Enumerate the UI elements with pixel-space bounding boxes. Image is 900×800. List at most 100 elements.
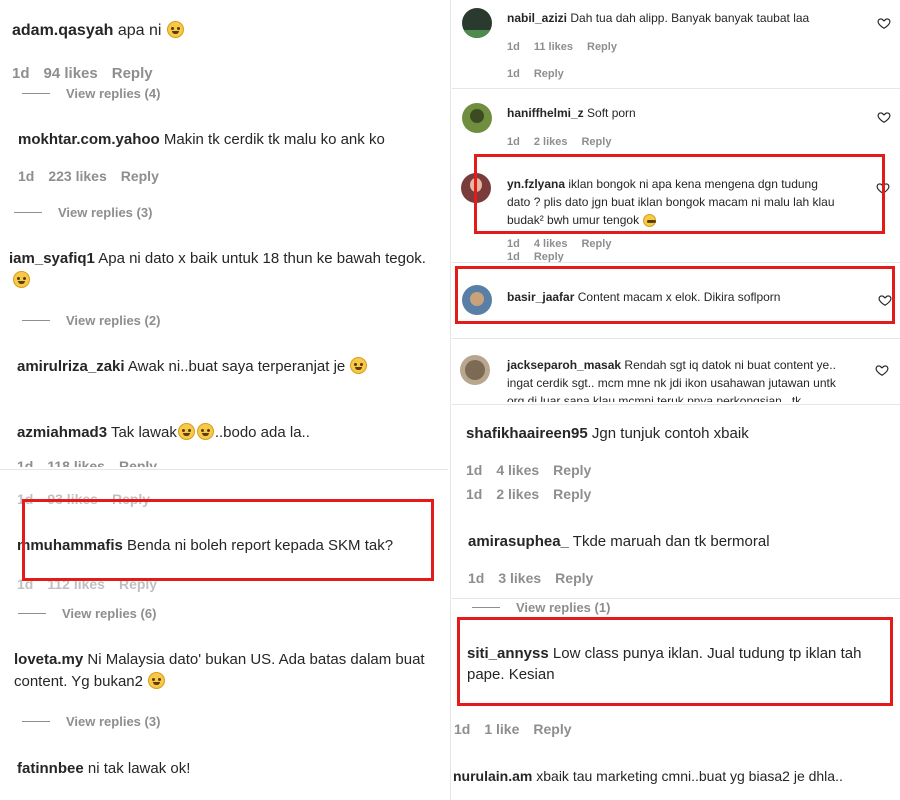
comment-username[interactable]: jackseparoh_masak [507, 358, 621, 372]
comment-shafikhaaireen: shafikhaaireen95 Jgn tunjuk contoh xbaik [466, 425, 749, 442]
comment-time: 1d [466, 462, 483, 478]
laughing-emoji-icon [350, 357, 368, 374]
like-count[interactable]: 118 likes [47, 458, 105, 467]
heart-icon[interactable] [875, 363, 889, 377]
like-count[interactable]: 11 likes [534, 41, 573, 53]
comment-text-cont: ingat cerdik sgt.. mcm mne nk jdi ikon u… [507, 376, 836, 390]
comment-username[interactable]: mokhtar.com.yahoo [18, 131, 160, 148]
comment-meta-clipped: 1d 118 likes Reply [17, 458, 217, 467]
comment-username[interactable]: iam_syafiq1 [9, 250, 95, 267]
comment-jackseparoh: jackseparoh_masak Rendah sgt iq datok ni… [507, 358, 836, 372]
like-count[interactable]: 223 likes [48, 168, 106, 184]
reply-button[interactable]: Reply [581, 238, 611, 250]
like-count[interactable]: 4 likes [496, 462, 539, 478]
comment-username[interactable]: shafikhaaireen95 [466, 425, 588, 442]
like-count[interactable]: 2 likes [534, 136, 568, 148]
comment-username[interactable]: amirasuphea_ [468, 533, 569, 550]
view-replies-label: View replies (1) [516, 600, 611, 615]
reply-button[interactable]: Reply [534, 68, 564, 80]
comment-meta: 1d 223 likes Reply [18, 168, 173, 184]
replies-line [22, 93, 50, 94]
comment-text-cont: content. Yg bukan2 [14, 673, 143, 690]
comment-mokhtar: mokhtar.com.yahoo Makin tk cerdik tk mal… [18, 131, 385, 148]
highlight-box [455, 266, 895, 324]
comment-meta: 1d 4 likes Reply [507, 238, 625, 250]
heart-icon[interactable] [877, 16, 891, 30]
view-replies-button[interactable]: View replies (2) [22, 313, 160, 328]
view-replies-button[interactable]: View replies (4) [22, 86, 160, 101]
laughing-emoji-icon [177, 423, 195, 440]
comment-meta: 1d 11 likes Reply [507, 41, 631, 53]
laughing-emoji-icon [196, 423, 214, 440]
avatar[interactable] [462, 103, 492, 133]
comment-time: 1d [466, 486, 483, 502]
view-replies-button[interactable]: View replies (3) [22, 714, 160, 729]
comment-time: 1d [507, 41, 520, 53]
avatar[interactable] [460, 355, 490, 385]
comment-username[interactable]: amirulriza_zaki [17, 358, 125, 375]
like-count[interactable]: 3 likes [498, 570, 541, 586]
reply-button[interactable]: Reply [555, 570, 593, 586]
view-replies-button[interactable]: View replies (3) [14, 205, 152, 220]
reply-button[interactable]: Reply [534, 251, 564, 262]
view-replies-label: View replies (6) [62, 606, 157, 621]
reply-button[interactable]: Reply [587, 41, 617, 53]
like-count[interactable]: 4 likes [534, 238, 568, 250]
comment-time: 1d [468, 570, 485, 586]
comment-username[interactable]: fatinnbee [17, 760, 84, 777]
reply-button[interactable]: Reply [581, 136, 611, 148]
reply-button[interactable]: Reply [119, 458, 157, 467]
comment-azmiahmad: azmiahmad3 Tak lawak ..bodo ada la.. [17, 423, 310, 441]
like-count[interactable]: 2 likes [496, 486, 539, 502]
comment-meta: 1d 94 likes Reply [12, 65, 167, 82]
screenshot-divider [452, 404, 900, 405]
comment-time: 1d [507, 136, 520, 148]
view-replies-label: View replies (4) [66, 86, 161, 101]
highlight-box [22, 499, 434, 581]
comment-text: Rendah sgt iq datok ni buat content ye.. [624, 358, 836, 372]
comment-time: 1d [12, 65, 30, 82]
replies-line [14, 212, 42, 213]
comment-text: Jgn tunjuk contoh xbaik [591, 425, 749, 442]
comment-username[interactable]: nurulain.am [453, 768, 532, 784]
screenshot-divider [0, 469, 448, 470]
comment-username[interactable]: loveta.my [14, 651, 83, 668]
like-count[interactable]: 94 likes [44, 65, 98, 82]
like-count[interactable]: 1 like [484, 721, 519, 737]
view-replies-button[interactable]: View replies (6) [18, 606, 156, 621]
comment-text: ni tak lawak ok! [87, 760, 191, 777]
heart-icon[interactable] [877, 110, 891, 124]
replies-line [18, 613, 46, 614]
comment-text-clipped: org di luar sana klau mcmni teruk pnya p… [507, 394, 801, 402]
comment-haniffhelmi: haniffhelmi_z Soft porn [507, 106, 636, 120]
comment-text: Apa ni dato x baik untuk 18 thun ke bawa… [98, 250, 426, 267]
reply-button[interactable]: Reply [112, 65, 153, 82]
crying-emoji-icon [166, 21, 184, 38]
comment-username[interactable]: adam.qasyah [12, 22, 113, 39]
comment-meta: 1d Reply [507, 251, 578, 262]
comment-loveta: loveta.my Ni Malaysia dato' bukan US. Ad… [14, 651, 425, 668]
comment-time: 1d [18, 168, 35, 184]
view-replies-label: View replies (3) [58, 205, 153, 220]
comment-username[interactable]: azmiahmad3 [17, 424, 107, 441]
comment-username[interactable]: haniffhelmi_z [507, 106, 584, 120]
reply-button[interactable]: Reply [533, 721, 571, 737]
comment-time: 1d [507, 251, 520, 262]
view-replies-button[interactable]: View replies (1) [472, 600, 610, 615]
comment-meta: 1d 2 likes Reply [507, 136, 625, 148]
avatar[interactable] [462, 8, 492, 38]
comment-nurulain: nurulain.am xbaik tau marketing cmni..bu… [453, 768, 843, 784]
screenshot-divider [452, 88, 900, 89]
comment-text: Soft porn [587, 106, 636, 120]
screenshot-divider [452, 338, 900, 339]
reply-button[interactable]: Reply [121, 168, 159, 184]
reply-button[interactable]: Reply [553, 462, 591, 478]
comment-time: 1d [507, 68, 520, 80]
comment-text-cont: org di luar sana klau mcmni teruk pnya p… [507, 394, 802, 402]
comment-time: 1d [454, 721, 471, 737]
comment-meta: 1d 3 likes Reply [468, 570, 607, 586]
reply-button[interactable]: Reply [553, 486, 591, 502]
comment-loveta-cont: content. Yg bukan2 [14, 672, 166, 690]
comment-username[interactable]: nabil_azizi [507, 11, 567, 25]
view-replies-label: View replies (2) [66, 313, 161, 328]
